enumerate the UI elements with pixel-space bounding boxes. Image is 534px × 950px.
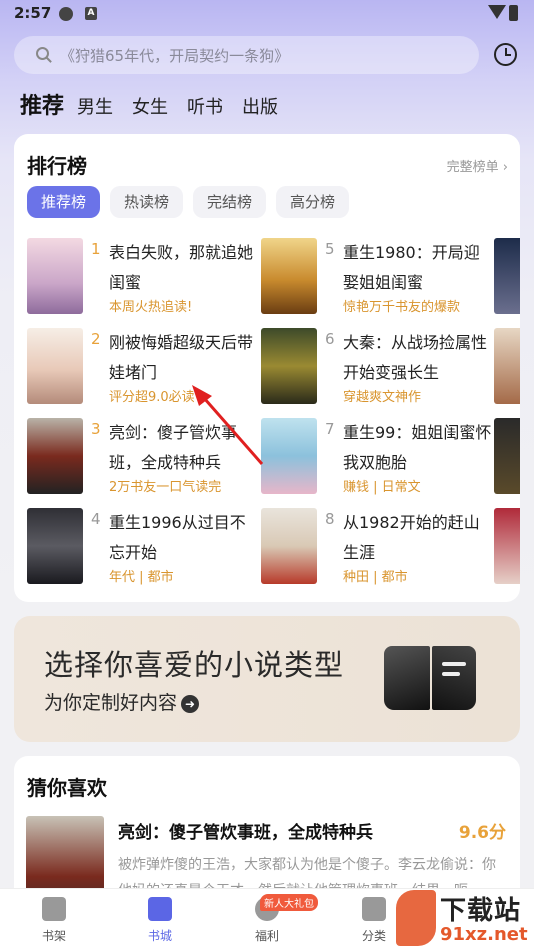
bookshelf-icon [42, 897, 66, 921]
watermark-logo-icon [396, 890, 436, 946]
gift-badge: 新人大礼包 [260, 894, 318, 911]
arrow-line [202, 397, 264, 465]
nav-label: 书架 [41, 929, 66, 943]
banner-subtitle: 为你定制好内容 ➜ [44, 688, 200, 715]
book-score: 9.6分 [458, 823, 506, 843]
nav-bookstore[interactable]: 书城 [125, 897, 195, 944]
book-title[interactable]: 亮剑：傻子管炊事班，全成特种兵 [118, 818, 373, 843]
nav-label: 书城 [147, 929, 172, 943]
genre-preference-banner[interactable]: 选择你喜爱的小说类型 为你定制好内容 ➜ [14, 616, 520, 742]
banner-title: 选择你喜爱的小说类型 [44, 648, 345, 682]
nav-bookshelf[interactable]: 书架 [19, 897, 89, 944]
watermark-url: 91xz.net [440, 924, 528, 945]
category-icon [362, 897, 386, 921]
nav-label: 福利 [254, 929, 279, 943]
recommend-title: 猜你喜欢 [27, 776, 107, 800]
banner-subtitle-text: 为你定制好内容 [44, 692, 178, 714]
watermark-text: 下载站 [440, 896, 522, 926]
bookstore-icon [148, 897, 172, 921]
arrow-right-icon: ➜ [181, 694, 200, 713]
book-icon [384, 642, 476, 714]
watermark: 下载站 91xz.net [396, 888, 534, 950]
